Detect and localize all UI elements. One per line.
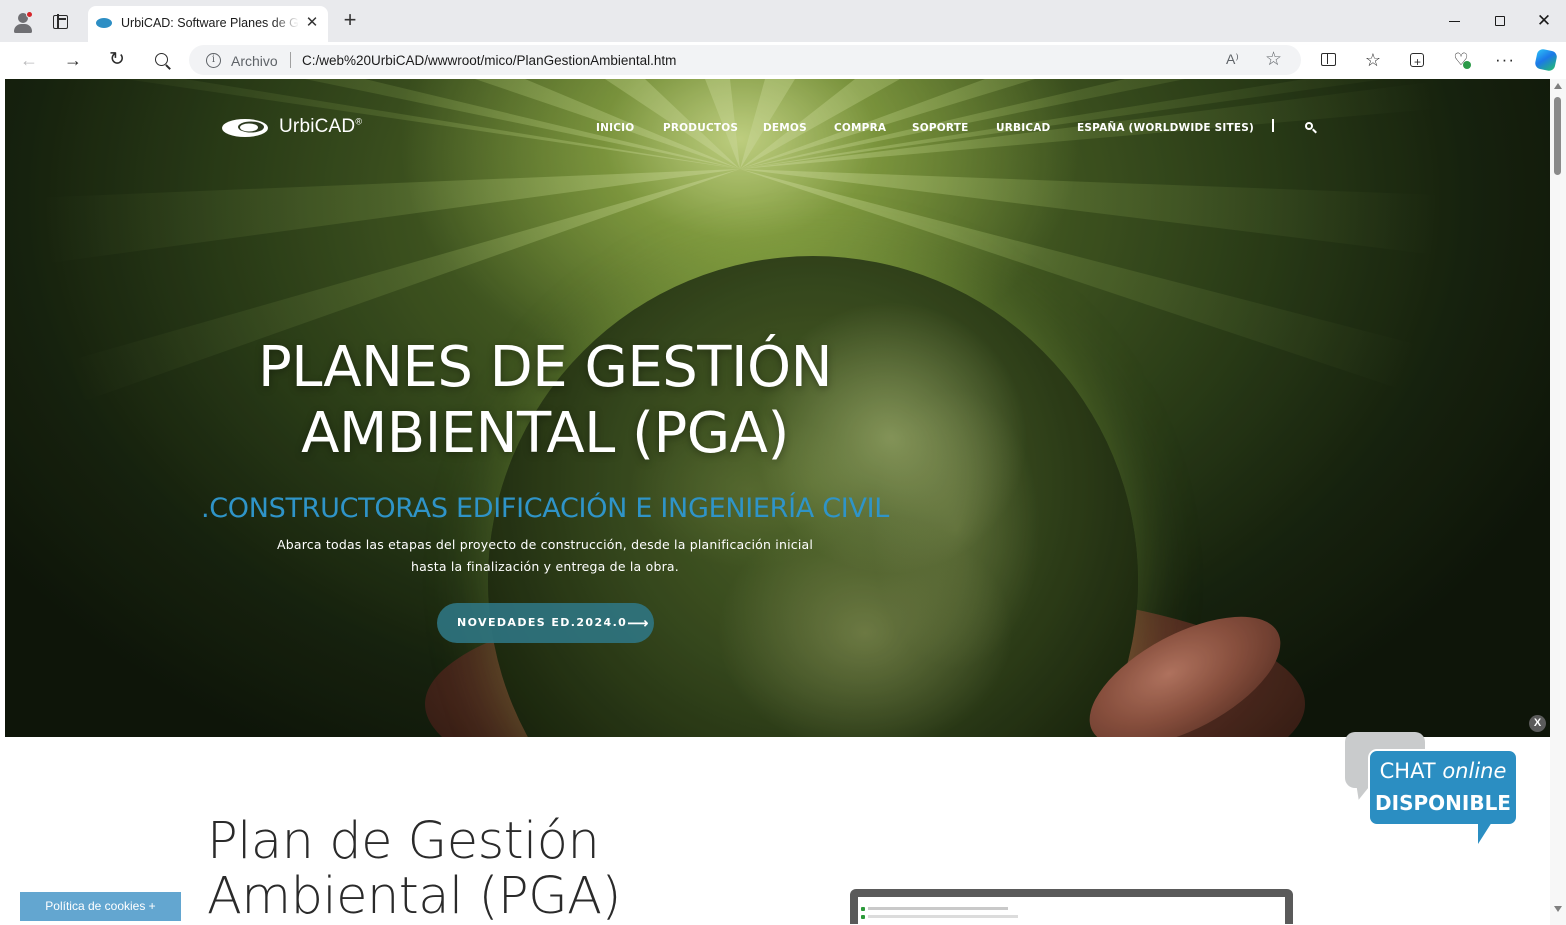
nav-item-inicio[interactable]: INICIO (596, 122, 634, 134)
new-tab-button[interactable]: + (339, 9, 361, 31)
section-title-line2: Ambiental (PGA) (207, 867, 621, 924)
address-url[interactable]: C:/web%20UrbiCAD/wwwroot/mico/PlanGestio… (302, 53, 676, 68)
chat-label-chat: CHAT (1379, 759, 1436, 783)
more-button[interactable]: ··· (1493, 48, 1517, 72)
logo-text: UrbiCAD (279, 116, 356, 137)
maximize-button[interactable] (1488, 10, 1512, 32)
hero-title: PLANES DE GESTIÓN AMBIENTAL (PGA) (165, 335, 925, 467)
favorite-star-icon[interactable]: ☆ (1265, 48, 1282, 71)
tab-actions-icon[interactable] (53, 14, 68, 29)
chat-close-button[interactable]: X (1529, 715, 1546, 732)
cookie-policy-button[interactable]: Política de cookies + (20, 892, 181, 921)
close-icon: ✕ (1536, 11, 1552, 30)
minimize-button[interactable] (1443, 10, 1467, 32)
nav-item-demos[interactable]: DEMOS (763, 122, 807, 134)
tab-close-button[interactable]: ✕ (304, 15, 320, 31)
read-aloud-icon[interactable]: A⁾ (1226, 51, 1239, 68)
hero-description: Abarca todas las etapas del proyecto de … (245, 534, 845, 578)
scroll-up-icon[interactable] (1554, 83, 1562, 89)
address-bar[interactable]: i Archivo C:/web%20UrbiCAD/wwwroot/mico/… (189, 45, 1301, 75)
copilot-button[interactable] (1534, 48, 1558, 72)
favorites-button[interactable]: ☆ (1361, 48, 1385, 72)
collections-icon (1410, 50, 1424, 74)
logo-registered: ® (355, 116, 363, 127)
hero-section: UrbiCAD® INICIO PRODUCTOS DEMOS COMPRA S… (5, 79, 1550, 737)
maximize-icon (1495, 16, 1505, 26)
hero-title-line1: PLANES DE GESTIÓN (257, 335, 833, 400)
back-icon: ← (20, 50, 38, 70)
vertical-scrollbar[interactable] (1550, 79, 1566, 925)
browser-tab[interactable]: UrbiCAD: Software Planes de Gestión Ambi… (88, 6, 328, 42)
tab-title: UrbiCAD: Software Planes de Gestión Ambi… (121, 16, 299, 30)
hero-title-line2: AMBIENTAL (PGA) (301, 401, 789, 466)
hero-subtitle: .CONSTRUCTORAS EDIFICACIÓN E INGENIERÍA … (200, 493, 890, 524)
close-window-button[interactable]: ✕ (1532, 10, 1556, 32)
section-title-line1: Plan de Gestión (207, 812, 600, 871)
urbicad-logo[interactable]: UrbiCAD® (221, 113, 371, 143)
section-title: Plan de Gestión Ambiental (PGA) (207, 814, 621, 924)
search-button[interactable] (149, 48, 173, 72)
nav-item-compra[interactable]: COMPRA (834, 122, 886, 134)
hero-description-line1: Abarca todas las etapas del proyecto de … (276, 537, 814, 552)
novedades-button[interactable]: NOVEDADES ED.2024.0 ⟶ (437, 603, 654, 643)
forward-button[interactable]: → (61, 48, 85, 72)
search-icon (154, 53, 168, 66)
profile-icon[interactable] (12, 11, 34, 34)
browser-essentials-button[interactable]: ♡ (1449, 48, 1473, 72)
nav-divider (1272, 119, 1274, 132)
scroll-down-icon[interactable] (1554, 906, 1562, 912)
hero-description-line2: hasta la finalización y entrega de la ob… (411, 559, 679, 574)
novedades-button-label: NOVEDADES ED.2024.0 (457, 616, 628, 629)
more-icon: ··· (1495, 50, 1515, 69)
minimize-icon (1449, 21, 1460, 23)
address-divider (290, 52, 291, 68)
nav-item-soporte[interactable]: SOPORTE (912, 122, 968, 134)
page-viewport: UrbiCAD® INICIO PRODUCTOS DEMOS COMPRA S… (5, 79, 1550, 924)
split-screen-button[interactable] (1316, 48, 1340, 72)
address-scheme-label: Archivo (231, 53, 278, 69)
back-button[interactable]: ← (17, 48, 41, 72)
reload-icon: ↻ (109, 49, 125, 70)
chat-online-badge[interactable]: CHAT online DISPONIBLE (1345, 732, 1525, 852)
reload-button[interactable]: ↻ (105, 48, 129, 72)
site-favicon-icon (96, 18, 112, 28)
collections-button[interactable] (1405, 48, 1429, 74)
arrow-right-icon: ⟶ (627, 614, 649, 632)
favorites-icon: ☆ (1364, 50, 1382, 70)
split-screen-icon (1320, 53, 1336, 66)
nav-item-productos[interactable]: PRODUCTOS (663, 122, 738, 134)
scroll-thumb[interactable] (1554, 97, 1561, 175)
chat-label-online: online (1442, 759, 1507, 783)
forward-icon: → (64, 50, 82, 70)
nav-item-espana-worldwide[interactable]: ESPAÑA (WORLDWIDE SITES) (1077, 122, 1254, 134)
info-icon[interactable]: i (206, 53, 221, 68)
browser-toolbar: ← → ↻ i Archivo C:/web%20UrbiCAD/wwwroot… (0, 42, 1566, 78)
title-bar: UrbiCAD: Software Planes de Gestión Ambi… (0, 0, 1566, 42)
chat-label-disponible: DISPONIBLE (1375, 791, 1511, 815)
software-screenshot-image (850, 889, 1293, 924)
logo-mark-icon (222, 119, 268, 137)
copilot-icon (1534, 48, 1558, 72)
chat-bubble-front: CHAT online DISPONIBLE (1368, 749, 1518, 826)
nav-search-icon[interactable] (1304, 121, 1318, 135)
nav-item-urbicad[interactable]: URBICAD (996, 122, 1050, 134)
